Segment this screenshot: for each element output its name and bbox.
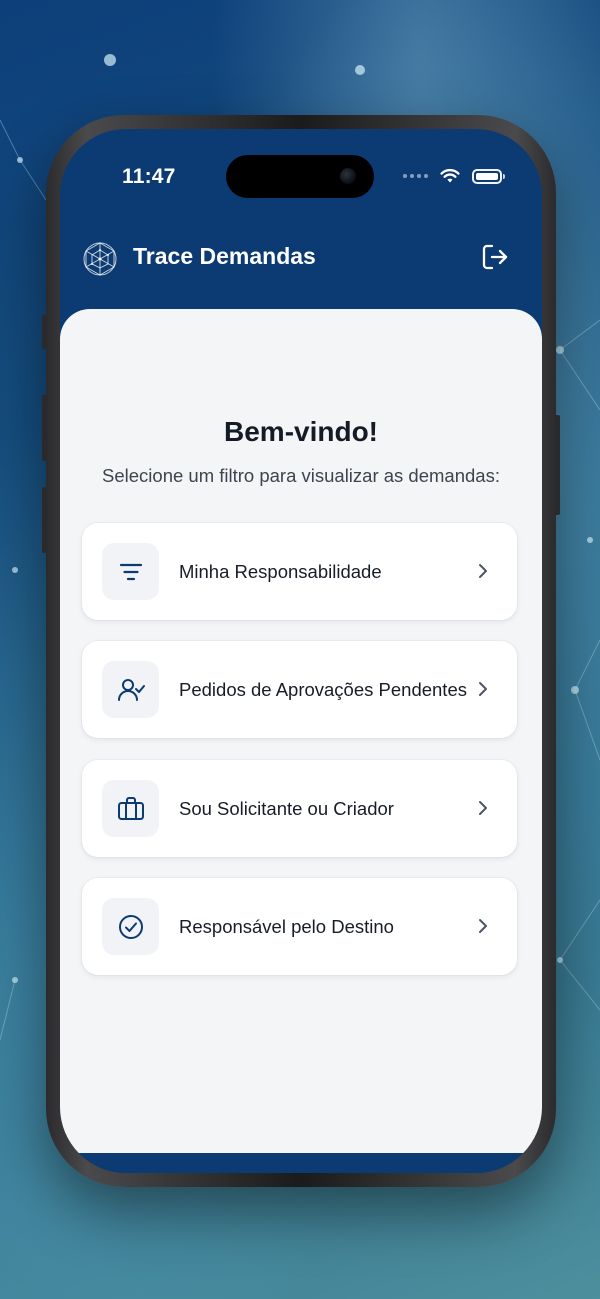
user-check-icon bbox=[117, 678, 145, 701]
status-time: 11:47 bbox=[122, 165, 176, 188]
front-camera bbox=[340, 168, 356, 184]
filter-icon-container bbox=[102, 898, 159, 955]
chevron-right-icon bbox=[479, 801, 487, 815]
briefcase-icon bbox=[117, 796, 144, 820]
filter-icon-container bbox=[102, 780, 159, 837]
welcome-subtitle: Selecione um filtro para visualizar as d… bbox=[102, 465, 500, 486]
filter-card-sou-solicitante[interactable]: Sou Solicitante ou Criador bbox=[82, 760, 517, 857]
chevron-right-icon bbox=[479, 919, 487, 933]
filter-card-label: Minha Responsabilidade bbox=[179, 561, 382, 582]
status-icons bbox=[403, 167, 505, 185]
phone-screen: 11:47 Trace Demandas Bem-vindo! Selecion… bbox=[60, 129, 542, 1173]
logout-button[interactable] bbox=[479, 241, 511, 273]
battery-icon bbox=[472, 168, 505, 184]
status-bar: 11:47 bbox=[60, 129, 542, 209]
app-header: Trace Demandas bbox=[60, 224, 542, 294]
action-button bbox=[42, 315, 47, 349]
check-circle-icon bbox=[118, 914, 143, 939]
content-panel: Bem-vindo! Selecione um filtro para visu… bbox=[60, 309, 542, 1153]
filter-card-label: Sou Solicitante ou Criador bbox=[179, 798, 394, 819]
volume-down-button bbox=[42, 487, 47, 553]
bottom-bar bbox=[60, 1153, 542, 1173]
phone-frame: 11:47 Trace Demandas Bem-vindo! Selecion… bbox=[42, 115, 560, 1187]
app-title: Trace Demandas bbox=[133, 243, 316, 269]
filter-card-label: Pedidos de Aprovações Pendentes bbox=[179, 679, 467, 700]
dynamic-island bbox=[226, 155, 374, 198]
filter-lines-icon bbox=[119, 563, 142, 580]
filter-icon-container bbox=[102, 661, 159, 718]
globe-network-logo-icon bbox=[83, 242, 117, 276]
volume-up-button bbox=[42, 395, 47, 461]
cellular-signal-icon bbox=[403, 174, 428, 178]
chevron-right-icon bbox=[479, 564, 487, 578]
wifi-icon bbox=[440, 169, 460, 183]
power-button bbox=[555, 415, 560, 515]
chevron-right-icon bbox=[479, 682, 487, 696]
welcome-title: Bem-vindo! bbox=[224, 416, 378, 447]
filter-card-minha-responsabilidade[interactable]: Minha Responsabilidade bbox=[82, 523, 517, 620]
filter-icon-container bbox=[102, 543, 159, 600]
filter-card-pedidos-aprovacoes[interactable]: Pedidos de Aprovações Pendentes bbox=[82, 641, 517, 738]
filter-card-label: Responsável pelo Destino bbox=[179, 916, 394, 937]
filter-card-responsavel-destino[interactable]: Responsável pelo Destino bbox=[82, 878, 517, 975]
